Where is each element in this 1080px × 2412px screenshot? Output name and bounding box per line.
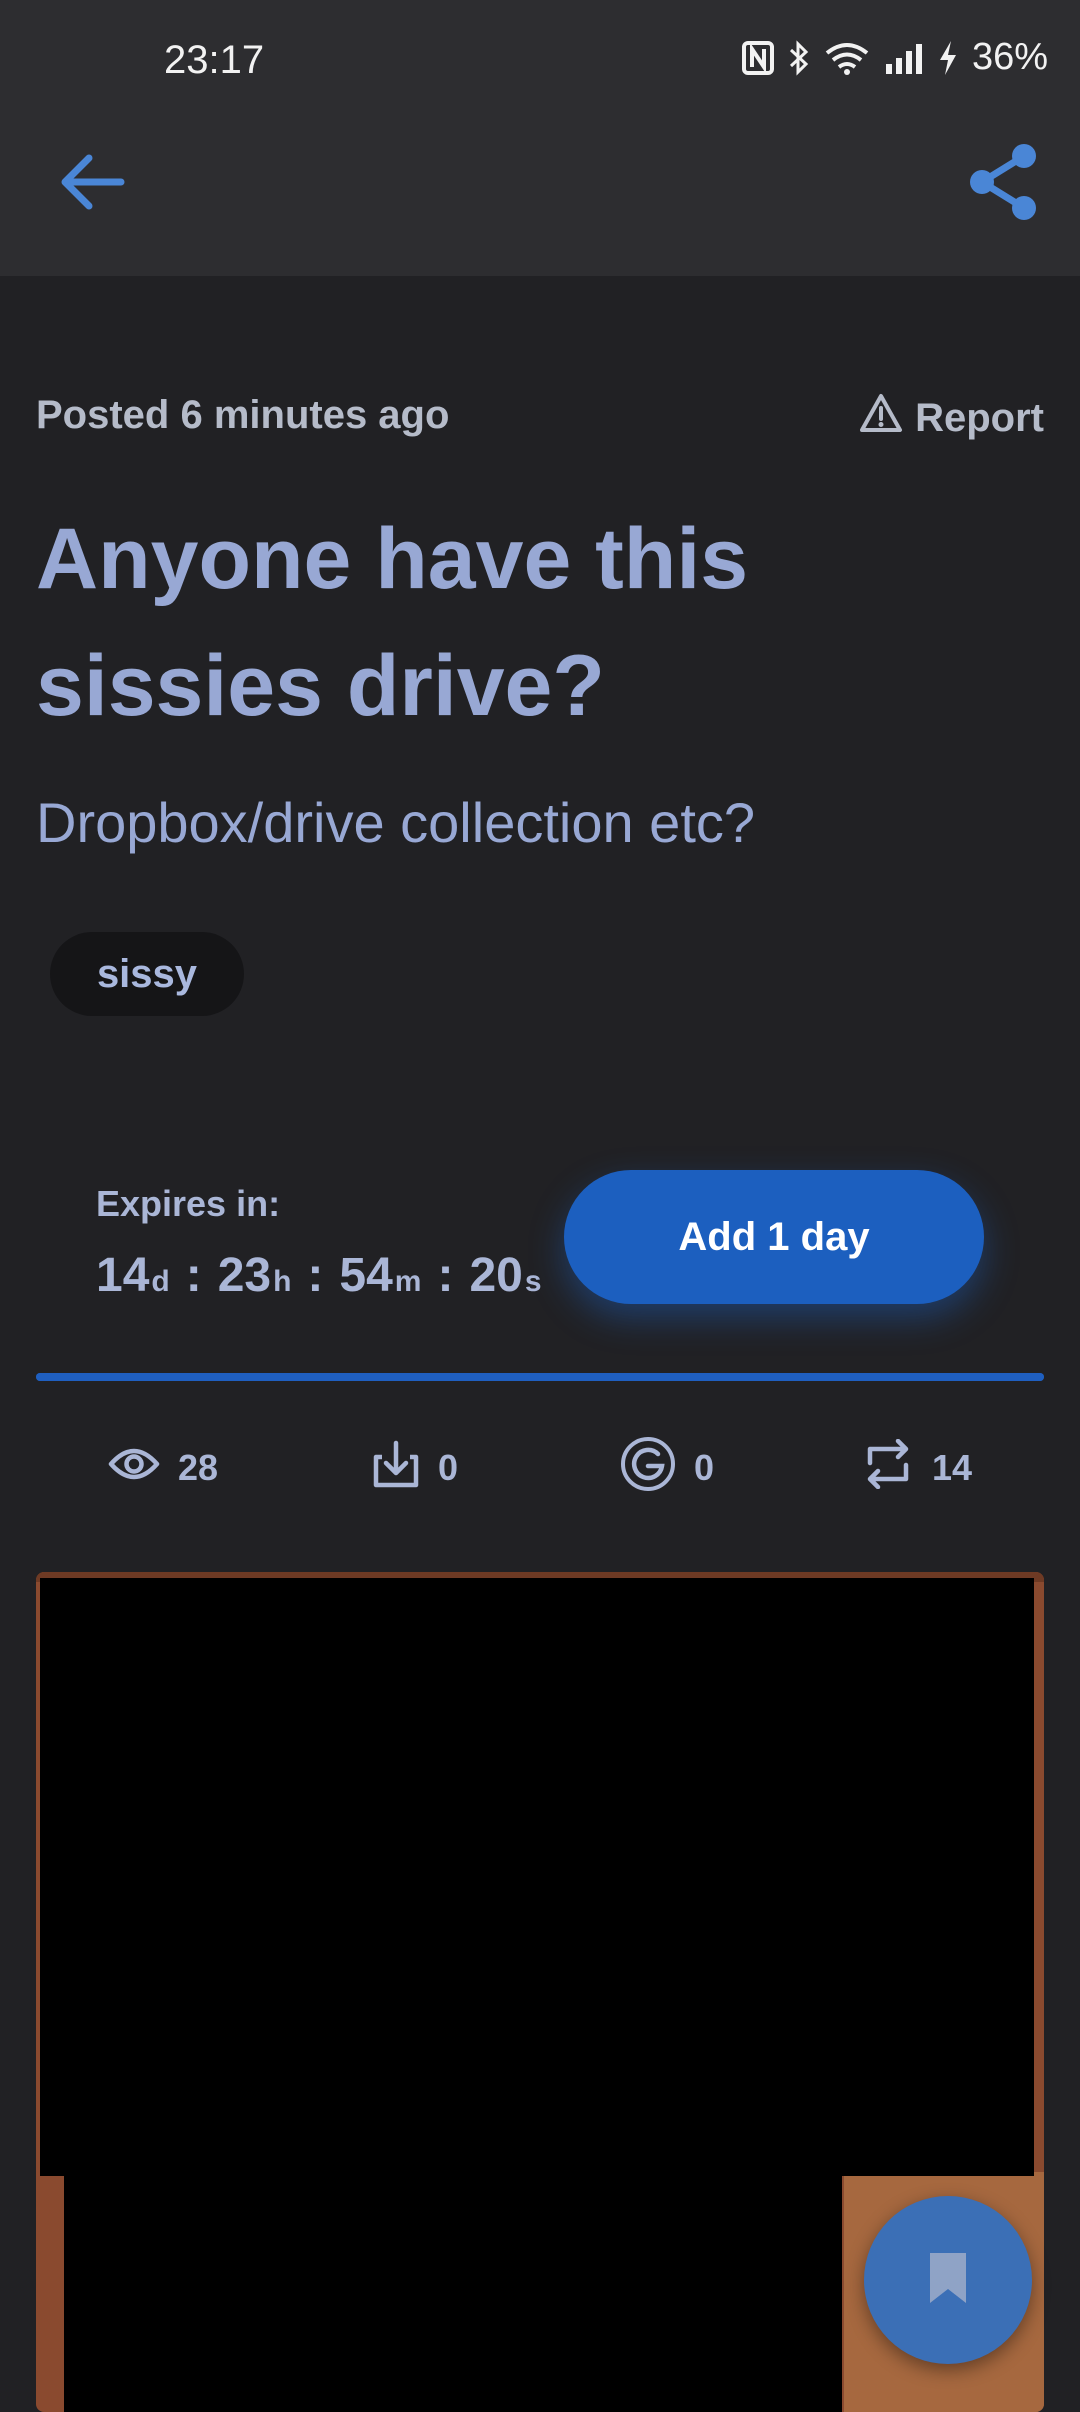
signal-icon [884, 42, 924, 74]
download-icon [372, 1439, 420, 1498]
reposts-stat: 14 [862, 1436, 972, 1500]
downloads-stat: 0 [372, 1436, 458, 1500]
post-description: Dropbox/drive collection etc? [36, 791, 756, 854]
countdown-separator: : [437, 1249, 454, 1302]
repost-icon [862, 1438, 914, 1498]
views-count: 28 [178, 1447, 219, 1488]
battery-percent: 36% [971, 36, 1048, 78]
back-button[interactable] [48, 136, 136, 232]
google-count: 0 [694, 1447, 715, 1488]
expiry-progress-bar [36, 1373, 1044, 1381]
wifi-icon [824, 41, 870, 75]
countdown-hours: 23 [217, 1249, 272, 1302]
warning-icon [859, 393, 903, 443]
redacted-area [40, 1578, 1034, 2176]
bookmark-button[interactable] [864, 2196, 1032, 2364]
countdown-minutes: 54 [339, 1249, 393, 1302]
views-stat: 28 [108, 1436, 218, 1500]
charging-icon [938, 40, 958, 76]
countdown-days: 14 [96, 1249, 150, 1302]
google-icon [620, 1436, 676, 1501]
countdown-seconds-unit: s [524, 1265, 542, 1298]
expires-label: Expires in: [96, 1183, 281, 1224]
countdown-days-unit: d [151, 1265, 170, 1298]
nfc-icon [741, 40, 774, 75]
downloads-count: 0 [438, 1447, 459, 1488]
tag-chip[interactable]: sissy [50, 932, 244, 1016]
countdown-hours-unit: h [273, 1265, 292, 1298]
posted-time: Posted 6 minutes ago [36, 393, 450, 437]
add-1-day-button[interactable]: Add 1 day [564, 1170, 984, 1304]
status-icons: 36% [741, 36, 1048, 79]
countdown-separator: : [185, 1249, 202, 1302]
expiry-progress-fill [36, 1373, 1044, 1381]
countdown-minutes-unit: m [394, 1265, 422, 1298]
bluetooth-icon [788, 39, 810, 76]
share-button[interactable] [954, 136, 1054, 232]
eye-icon [108, 1444, 160, 1493]
redacted-area [64, 2176, 842, 2412]
google-stat: 0 [620, 1436, 714, 1500]
arrow-left-icon [59, 152, 125, 217]
bookmark-icon [926, 2249, 970, 2312]
reposts-count: 14 [932, 1447, 973, 1488]
countdown-timer: 14 d : 23 h : 54 m : 20 s [96, 1248, 542, 1303]
status-time: 23:17 [164, 38, 265, 82]
app-bar [0, 128, 1080, 276]
countdown-seconds: 20 [469, 1249, 523, 1302]
share-icon [966, 142, 1042, 227]
report-button[interactable]: Report [859, 393, 1044, 443]
report-label: Report [915, 395, 1044, 440]
post-title: Anyone have this sissies drive? [36, 511, 749, 734]
status-bar: 23:17 36% [0, 0, 1080, 128]
countdown-separator: : [307, 1249, 324, 1302]
